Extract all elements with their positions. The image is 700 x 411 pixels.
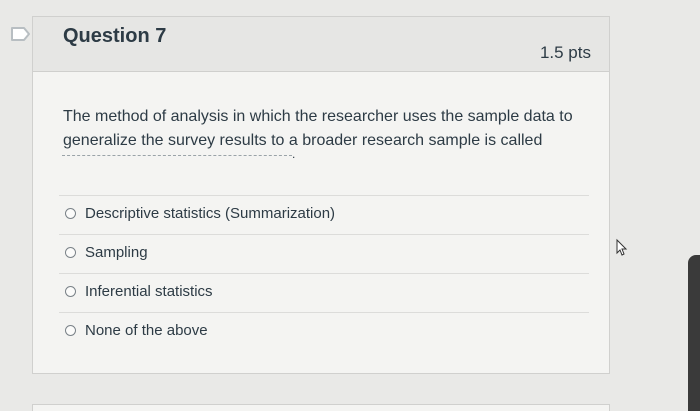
question-header: Question 7 1.5 pts <box>33 17 609 72</box>
next-question-card-edge <box>32 404 610 411</box>
fill-in-blank-line <box>62 155 292 156</box>
answer-label[interactable]: None of the above <box>85 322 208 339</box>
radio-button[interactable] <box>65 286 76 297</box>
question-points: 1.5 pts <box>539 43 591 62</box>
answer-label[interactable]: Sampling <box>85 244 148 261</box>
answer-option[interactable]: Sampling <box>59 234 589 273</box>
blank-suffix: . <box>292 147 296 161</box>
question-title: Question 7 <box>63 25 167 47</box>
answer-list: Descriptive statistics (Summarization) S… <box>59 195 589 351</box>
answer-label[interactable]: Inferential statistics <box>85 283 213 300</box>
radio-button[interactable] <box>65 208 76 219</box>
radio-button[interactable] <box>65 325 76 336</box>
answer-option[interactable]: Inferential statistics <box>59 273 589 312</box>
answer-option[interactable]: None of the above <box>59 312 589 351</box>
radio-button[interactable] <box>65 247 76 258</box>
mouse-pointer-icon <box>616 238 628 256</box>
answer-option[interactable]: Descriptive statistics (Summarization) <box>59 195 589 234</box>
question-card: Question 7 1.5 pts The method of analysi… <box>32 16 610 374</box>
screen-edge-shadow <box>688 255 700 411</box>
question-text: The method of analysis in which the rese… <box>63 108 573 149</box>
answer-label[interactable]: Descriptive statistics (Summarization) <box>85 205 335 222</box>
flag-question-icon[interactable] <box>10 26 32 42</box>
